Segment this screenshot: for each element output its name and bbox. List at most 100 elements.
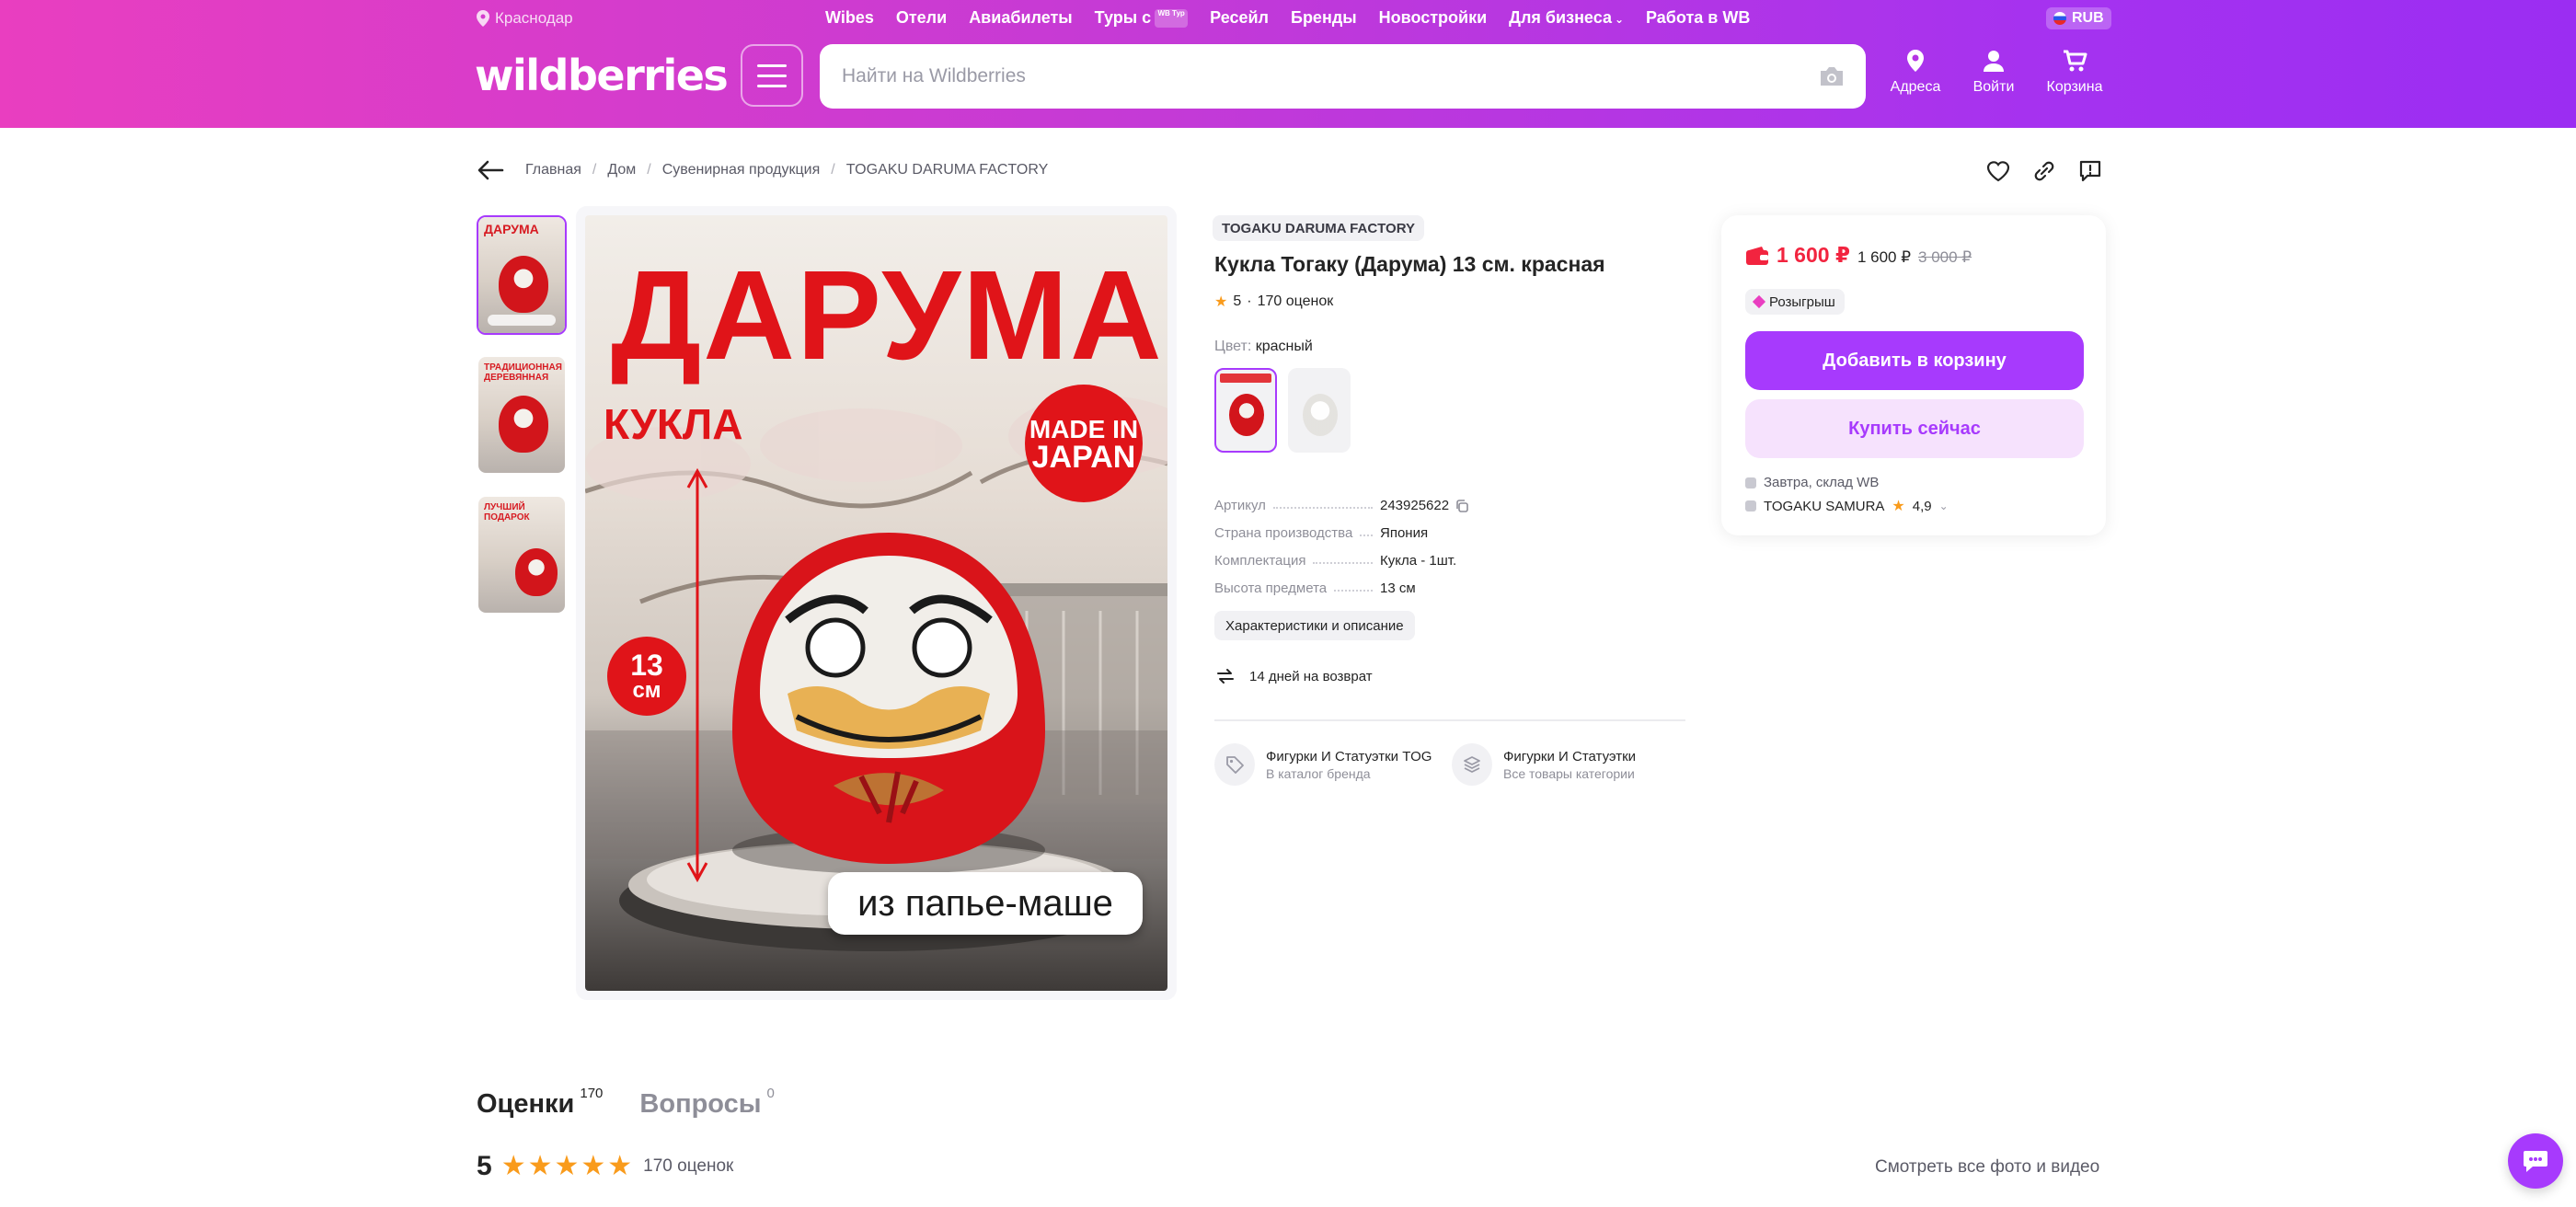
buy-now-button[interactable]: Купить сейчас	[1745, 399, 2084, 458]
thumbnail[interactable]: ТРАДИЦИОННАЯ ДЕРЕВЯННАЯ	[477, 355, 567, 475]
thumbnail[interactable]: ДАРУМА	[477, 215, 567, 335]
diamond-icon	[1752, 294, 1766, 309]
made-in-japan-badge: MADE IN JAPAN	[1025, 385, 1143, 502]
camera-icon[interactable]	[1818, 65, 1846, 87]
spec-dots	[1360, 535, 1373, 536]
product-rating[interactable]: ★ 5 · 170 оценок	[1214, 293, 1333, 311]
returns-label: 14 дней на возврат	[1249, 668, 1373, 684]
article-number: 243925622	[1380, 498, 1450, 513]
product-actions	[1985, 158, 2103, 184]
breadcrumb-house[interactable]: Дом	[607, 162, 636, 178]
color-swatch-white[interactable]	[1288, 368, 1351, 453]
tours-badge: WB Тур	[1155, 9, 1189, 29]
brand-catalog-link[interactable]: Фигурки И Статуэтки TOGAKU В каталог бре…	[1214, 743, 1432, 786]
delivery-info: Завтра, склад WB	[1745, 475, 1879, 490]
color-swatch-red[interactable]	[1214, 368, 1277, 453]
header: Краснодар Wibes Отели Авиабилеты Туры сW…	[0, 0, 2576, 128]
nav-hotels[interactable]: Отели	[896, 8, 947, 28]
star-icon: ★	[1892, 499, 1905, 514]
breadcrumb-brand[interactable]: TOGAKU DARUMA FACTORY	[846, 162, 1049, 178]
shop-icon	[1745, 500, 1756, 512]
russia-flag-icon	[2053, 12, 2066, 25]
product-title: Кукла Тогаку (Дарума) 13 см. красная	[1214, 252, 1605, 276]
rating-separator: ·	[1247, 293, 1252, 309]
link-title: Фигурки И Статуэтки TOGAKU	[1266, 748, 1432, 764]
price-row: 1 600 ₽ 1 600 ₽ 3 000 ₽	[1745, 243, 1972, 268]
link-icon[interactable]	[2031, 158, 2057, 184]
logo[interactable]: wildberries	[475, 51, 729, 100]
add-to-cart-button[interactable]: Добавить в корзину	[1745, 331, 2084, 390]
city-label: Краснодар	[495, 9, 573, 27]
image-title: ДАРУМА	[611, 245, 1164, 386]
nav-jobs[interactable]: Работа в WB	[1646, 8, 1750, 28]
spec-row: Артикул 243925622	[1214, 486, 1601, 513]
characteristics-button[interactable]: Характеристики и описание	[1214, 611, 1415, 640]
nav-brands[interactable]: Бренды	[1291, 8, 1357, 28]
chat-button[interactable]	[2508, 1133, 2563, 1189]
link-title: Фигурки И Статуэтки	[1503, 748, 1637, 764]
back-arrow-icon[interactable]	[477, 158, 504, 182]
breadcrumb-souvenirs[interactable]: Сувенирная продукция	[662, 162, 821, 178]
link-subtitle: Все товары категории	[1503, 765, 1635, 781]
cart-button[interactable]: Корзина	[2033, 48, 2116, 96]
addresses-button[interactable]: Адреса	[1874, 48, 1957, 96]
gallery-thumbnails: ДАРУМА ТРАДИЦИОННАЯ ДЕРЕВЯННАЯ ЛУЧШИЙ ПО…	[477, 215, 569, 635]
score-value: 5	[477, 1150, 492, 1181]
breadcrumb-separator: /	[592, 162, 597, 178]
heart-icon[interactable]	[1985, 158, 2011, 184]
thumbnail[interactable]: ЛУЧШИЙ ПОДАРОК	[477, 495, 567, 615]
city-selector[interactable]: Краснодар	[477, 9, 573, 28]
category-link[interactable]: Фигурки И Статуэтки Все товары категории	[1452, 743, 1669, 786]
daruma-doll-image	[1229, 394, 1264, 436]
breadcrumb-separator: /	[831, 162, 835, 178]
delivery-label: Завтра, склад WB	[1764, 475, 1880, 490]
currency-selector[interactable]: RUB	[2046, 7, 2111, 29]
size-unit: см	[632, 678, 661, 703]
nav-resale[interactable]: Ресейл	[1210, 8, 1269, 28]
size-badge: 13 см	[607, 637, 686, 716]
nav-new-buildings[interactable]: Новостройки	[1379, 8, 1488, 28]
old-price: 3 000 ₽	[1918, 248, 1972, 266]
return-arrows-icon	[1217, 669, 1234, 684]
copy-icon[interactable]	[1455, 499, 1469, 513]
raffle-label: Розыгрыш	[1769, 293, 1835, 310]
breadcrumb-home[interactable]: Главная	[525, 162, 581, 178]
spec-list: Артикул 243925622 Страна производства Яп…	[1214, 486, 1601, 596]
addresses-label: Адреса	[1890, 79, 1941, 95]
menu-button[interactable]	[741, 44, 803, 107]
breadcrumb-separator: /	[647, 162, 651, 178]
menu-icon-line	[757, 84, 787, 87]
location-pin-icon	[1907, 50, 1924, 72]
login-button[interactable]: Войти	[1952, 48, 2035, 96]
spec-key: Высота предмета	[1214, 581, 1328, 596]
nav-business[interactable]: Для бизнеса ⌄	[1509, 8, 1624, 28]
see-all-media-link[interactable]: Смотреть все фото и видео	[1875, 1157, 2099, 1178]
user-icon	[1984, 51, 2004, 72]
spec-value: Кукла - 1шт.	[1380, 553, 1457, 569]
breadcrumb: Главная / Дом / Сувенирная продукция / TOGA…	[525, 162, 1048, 178]
report-icon[interactable]	[2077, 158, 2103, 184]
tab-questions-label: Вопросы	[639, 1089, 762, 1119]
returns-info: 14 дней на возврат	[1214, 666, 1373, 686]
raffle-badge[interactable]: Розыгрыш	[1745, 289, 1845, 315]
review-score: 5 ★★★★★ 170 оценок	[477, 1150, 733, 1182]
nav-wibes[interactable]: Wibes	[825, 8, 874, 28]
tab-reviews[interactable]: Оценки 170	[477, 1086, 603, 1120]
color-label: Цвет: красный	[1214, 339, 1313, 355]
link-text: Фигурки И Статуэтки Все товары категории	[1503, 749, 1669, 781]
color-swatches	[1214, 368, 1351, 453]
tab-questions[interactable]: Вопросы 0	[639, 1086, 774, 1120]
wallet-price: 1 600 ₽	[1777, 243, 1850, 267]
daruma-doll-image	[499, 256, 548, 313]
main-product-image[interactable]: ДАРУМА КУКЛА MADE IN JAPAN 13 см из папье…	[585, 215, 1167, 991]
thumbnail-title: ЛУЧШИЙ ПОДАРОК	[484, 502, 530, 523]
search-input[interactable]	[842, 44, 1799, 109]
currency-label: RUB	[2072, 10, 2104, 26]
nav-flights[interactable]: Авиабилеты	[969, 8, 1072, 28]
star-icon: ★	[1214, 294, 1228, 310]
swatch-title-strip	[1220, 374, 1271, 383]
seller-info[interactable]: TOGAKU SAMURA ★ 4,9 ⌄	[1745, 497, 1949, 515]
tab-reviews-label: Оценки	[477, 1089, 575, 1119]
brand-chip[interactable]: TOGAKU DARUMA FACTORY	[1213, 215, 1424, 241]
nav-tours[interactable]: Туры с WB Тур	[1095, 8, 1189, 29]
